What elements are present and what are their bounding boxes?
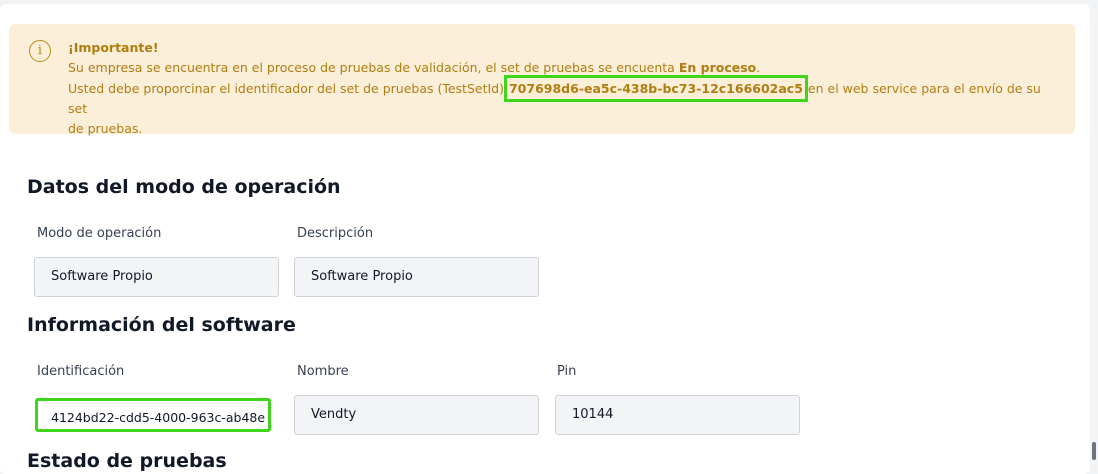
scrollbar-thumb[interactable] [1092, 442, 1096, 460]
mode-label: Modo de operación [37, 226, 162, 241]
next-section-title: Estado de pruebas [27, 450, 227, 472]
alert-line-3: de pruebas. [68, 121, 143, 136]
status-text: En proceso [678, 60, 757, 75]
software-info-title: Información del software [27, 314, 296, 336]
mode-field[interactable]: Software Propio [34, 257, 279, 297]
alert-message: ¡Importante! Su empresa se encuentra en … [68, 38, 1058, 139]
operation-mode-title: Datos del modo de operación [27, 176, 341, 198]
name-label: Nombre [297, 364, 349, 379]
description-field[interactable]: Software Propio [294, 257, 539, 297]
important-alert: i ¡Importante! Su empresa se encuentra e… [9, 24, 1075, 136]
pin-label: Pin [557, 364, 577, 379]
pin-field[interactable]: 10144 [555, 395, 800, 435]
info-icon: i [29, 40, 51, 62]
alert-line-2: Usted debe proporcinar el identificador … [68, 75, 1058, 119]
test-set-id[interactable]: 707698d6-ea5c-438b-bc73-12c166602ac5 [503, 75, 808, 102]
software-id-field[interactable]: 4124bd22-cdd5-4000-963c-ab48e [35, 398, 271, 432]
description-label: Descripción [297, 226, 374, 241]
id-label: Identificación [37, 364, 125, 379]
alert-title: ¡Importante! [68, 40, 159, 55]
software-name-field[interactable]: Vendty [294, 395, 539, 435]
